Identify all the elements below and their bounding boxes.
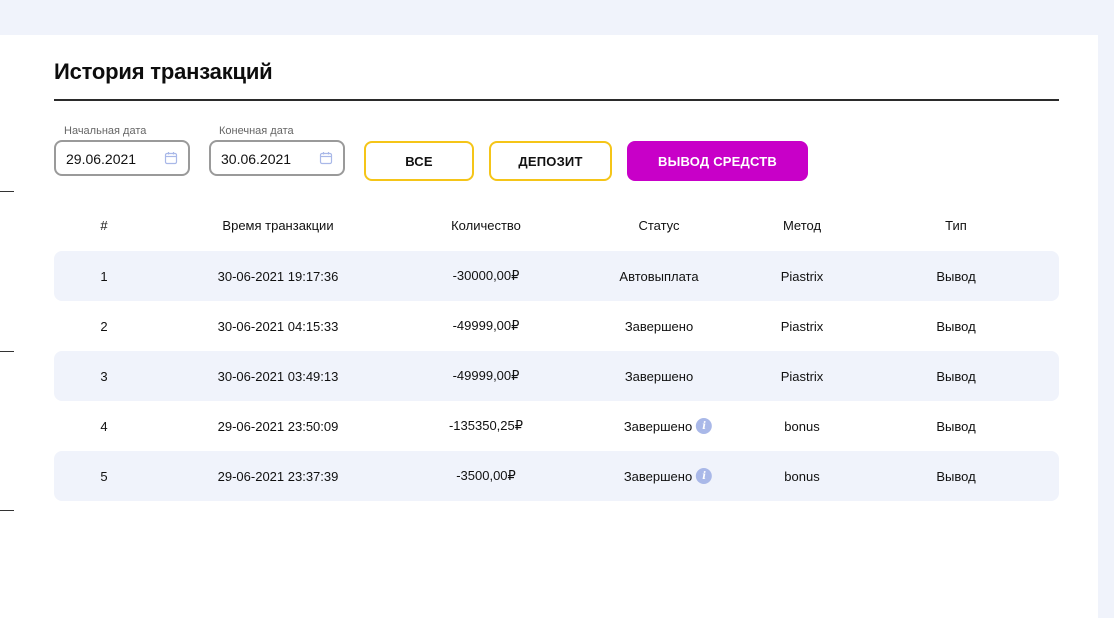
end-date-input[interactable]: 30.06.2021	[209, 140, 345, 176]
row-amount: -135350,25₽	[448, 418, 524, 433]
table-row: 2 30-06-2021 04:15:33 -49999,00₽ Заверше…	[54, 301, 1059, 351]
row-method: Piastrix	[780, 318, 824, 334]
table-row: 3 30-06-2021 03:49:13 -49999,00₽ Заверше…	[54, 351, 1059, 401]
row-status-text: Завершено	[624, 368, 694, 384]
row-type: Вывод	[936, 318, 976, 334]
row-status: Завершено	[625, 351, 693, 401]
end-date-value: 30.06.2021	[221, 151, 292, 167]
row-amount: -49999,00₽	[452, 368, 520, 383]
header-amount: Количество	[451, 217, 521, 233]
info-icon[interactable]: i	[696, 418, 713, 434]
calendar-icon[interactable]	[164, 151, 178, 165]
info-icon[interactable]: i	[696, 468, 713, 484]
row-method: Piastrix	[780, 268, 824, 284]
row-type: Вывод	[936, 368, 976, 384]
divider	[0, 191, 14, 192]
table-header: # Время транзакции Количество Статус Мет…	[54, 211, 1059, 239]
row-time: 29-06-2021 23:37:39	[217, 468, 339, 484]
filter-all-button[interactable]: ВСЕ	[364, 141, 474, 181]
row-time: 30-06-2021 19:17:36	[217, 268, 339, 284]
row-status-text: Завершено	[623, 418, 693, 434]
row-status-text: Завершено	[623, 468, 693, 484]
start-date-group: Начальная дата 29.06.2021	[54, 124, 190, 176]
divider	[0, 510, 14, 511]
header-status: Статус	[638, 217, 680, 233]
row-time: 29-06-2021 23:50:09	[217, 418, 339, 434]
filter-deposit-button[interactable]: ДЕПОЗИТ	[489, 141, 612, 181]
row-amount: -3500,00₽	[456, 468, 516, 483]
row-status-text: Автовыплата	[619, 268, 699, 284]
row-amount: -49999,00₽	[452, 318, 520, 333]
row-num: 2	[100, 318, 108, 334]
row-num: 1	[100, 268, 108, 284]
row-status: Автовыплата	[619, 251, 698, 301]
row-num: 5	[100, 468, 108, 484]
table-row: 5 29-06-2021 23:37:39 -3500,00₽ Завершен…	[54, 451, 1059, 501]
right-gutter	[1098, 35, 1114, 618]
start-date-label: Начальная дата	[64, 125, 147, 137]
left-sidebar-edge	[0, 35, 16, 618]
row-amount: -30000,00₽	[452, 268, 520, 283]
table-row: 4 29-06-2021 23:50:09 -135350,25₽ Заверш…	[54, 401, 1059, 451]
header-time: Время транзакции	[222, 217, 334, 233]
end-date-group: Конечная дата 30.06.2021	[209, 124, 345, 176]
row-num: 3	[100, 368, 108, 384]
row-type: Вывод	[936, 268, 976, 284]
title-divider	[54, 99, 1059, 101]
row-num: 4	[100, 418, 108, 434]
header-type: Тип	[945, 217, 967, 233]
start-date-input[interactable]: 29.06.2021	[54, 140, 190, 176]
transaction-history-panel: История транзакций Начальная дата 29.06.…	[16, 35, 1098, 618]
filter-withdraw-button[interactable]: ВЫВОД СРЕДСТВ	[627, 141, 808, 181]
calendar-icon[interactable]	[319, 151, 333, 165]
page-title: История транзакций	[54, 59, 273, 84]
end-date-label: Конечная дата	[219, 125, 294, 137]
start-date-value: 29.06.2021	[66, 151, 137, 167]
row-type: Вывод	[936, 418, 976, 434]
row-method: bonus	[784, 468, 820, 484]
row-status: Завершено i	[623, 401, 713, 451]
row-status: Завершено i	[623, 451, 713, 501]
row-method: Piastrix	[780, 368, 824, 384]
row-type: Вывод	[936, 468, 976, 484]
row-status: Завершено	[625, 301, 693, 351]
divider	[0, 351, 14, 352]
row-status-text: Завершено	[624, 318, 694, 334]
row-time: 30-06-2021 03:49:13	[217, 368, 339, 384]
table-row: 1 30-06-2021 19:17:36 -30000,00₽ Автовып…	[54, 251, 1059, 301]
row-method: bonus	[784, 418, 820, 434]
header-num: #	[100, 217, 108, 233]
header-method: Метод	[782, 217, 822, 233]
row-time: 30-06-2021 04:15:33	[217, 318, 339, 334]
